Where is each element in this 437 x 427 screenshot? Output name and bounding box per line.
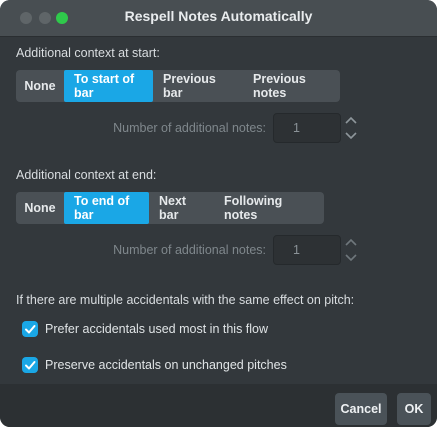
chevron-up-down-icon: [345, 116, 357, 140]
dialog-title: Respell Notes Automatically: [124, 8, 313, 24]
start-number-label: Number of additional notes:: [113, 121, 266, 135]
start-option-previous-bar[interactable]: Previous bar: [153, 70, 243, 102]
end-option-none[interactable]: None: [16, 192, 64, 224]
preserve-accidentals-label: Preserve accidentals on unchanged pitche…: [45, 358, 287, 372]
cancel-button[interactable]: Cancel: [335, 393, 387, 425]
checkmark-icon: [25, 361, 36, 370]
end-number-label: Number of additional notes:: [113, 243, 266, 257]
title-bar: Respell Notes Automatically: [0, 0, 437, 37]
dialog-window: Respell Notes Automatically Additional c…: [0, 0, 437, 427]
start-option-previous-notes[interactable]: Previous notes: [243, 70, 340, 102]
preserve-accidentals-checkbox[interactable]: [22, 357, 38, 373]
prefer-accidentals-label: Prefer accidentals used most in this flo…: [45, 322, 269, 336]
checkmark-icon: [25, 325, 36, 334]
end-number-stepper[interactable]: [343, 235, 359, 265]
end-option-to-end-of-bar[interactable]: To end of bar: [64, 192, 149, 224]
prefer-accidentals-checkbox[interactable]: [22, 321, 38, 337]
start-context-segmented-control: None To start of bar Previous bar Previo…: [16, 70, 340, 102]
preserve-accidentals-checkbox-row[interactable]: Preserve accidentals on unchanged pitche…: [22, 357, 287, 373]
chevron-up-down-icon: [345, 238, 357, 262]
start-context-label: Additional context at start:: [16, 46, 160, 60]
start-number-input[interactable]: 1: [273, 113, 341, 143]
ok-button[interactable]: OK: [397, 393, 431, 425]
start-option-none[interactable]: None: [16, 70, 64, 102]
end-option-next-bar[interactable]: Next bar: [149, 192, 214, 224]
end-context-label: Additional context at end:: [16, 168, 157, 182]
prefer-accidentals-checkbox-row[interactable]: Prefer accidentals used most in this flo…: [22, 321, 268, 337]
start-option-to-start-of-bar[interactable]: To start of bar: [64, 70, 153, 102]
end-number-input[interactable]: 1: [273, 235, 341, 265]
accidentals-label: If there are multiple accidentals with t…: [16, 293, 355, 307]
start-number-stepper[interactable]: [343, 113, 359, 143]
end-context-segmented-control: None To end of bar Next bar Following no…: [16, 192, 324, 224]
end-option-following-notes[interactable]: Following notes: [214, 192, 324, 224]
